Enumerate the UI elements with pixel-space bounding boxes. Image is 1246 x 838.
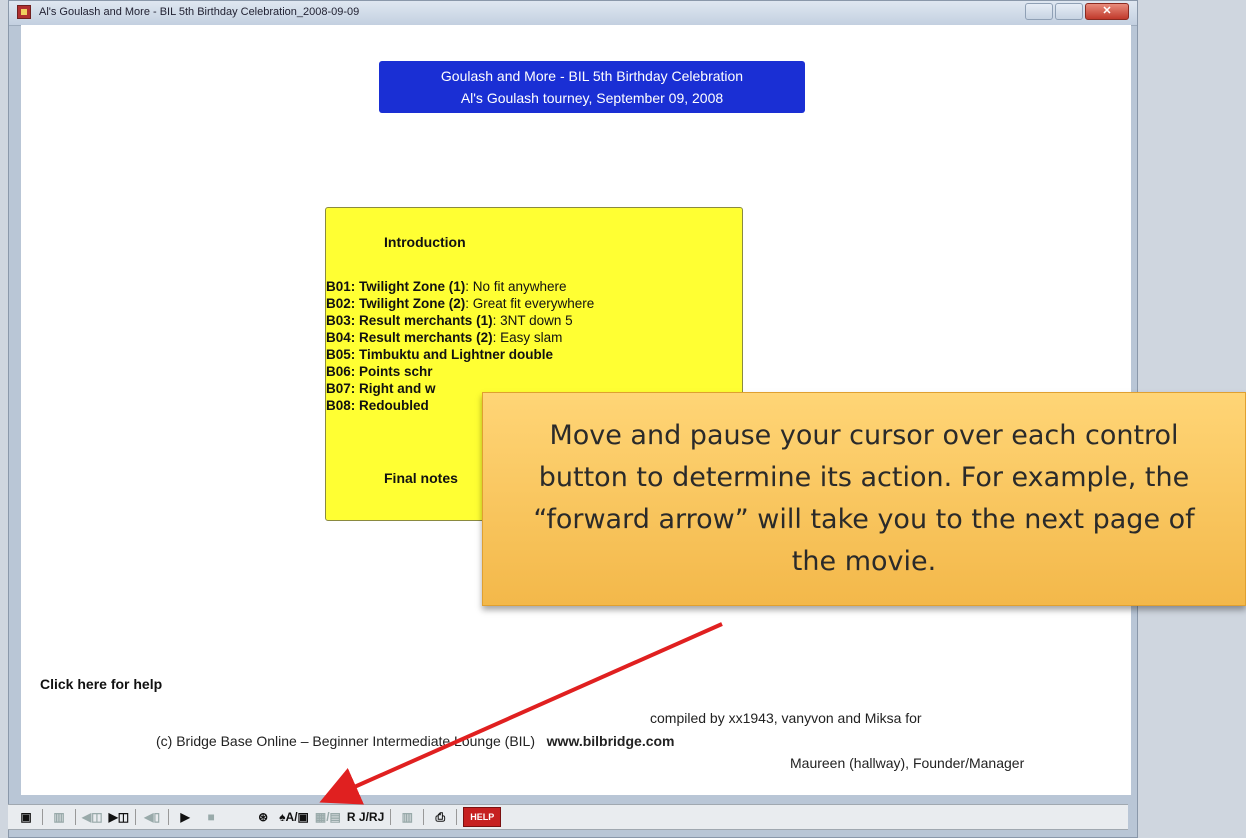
menu-introduction-link[interactable]: Introduction bbox=[384, 234, 466, 250]
step-back-icon[interactable]: ◀▯ bbox=[142, 808, 162, 826]
maximize-button[interactable] bbox=[1055, 3, 1083, 20]
view-icon[interactable]: ⊛ bbox=[253, 808, 273, 826]
board-item-b02[interactable]: B02: Twilight Zone (2): Great fit everyw… bbox=[326, 295, 594, 312]
toolbar-separator bbox=[42, 809, 43, 825]
movie-toolbar: ▣ ▥ ◀◫ ▶◫ ◀▯ ▶ ■ ⊛ ♠A/▣ ▦/▤ R J/RJ ▥ ⎙ H… bbox=[8, 804, 1128, 830]
toolbar-separator bbox=[390, 809, 392, 825]
title-banner: Goulash and More - BIL 5th Birthday Cele… bbox=[379, 61, 805, 113]
minimize-button[interactable] bbox=[1025, 3, 1053, 20]
site-url-link[interactable]: www.bilbridge.com bbox=[547, 733, 675, 749]
instruction-callout: Move and pause your cursor over each con… bbox=[482, 392, 1246, 606]
callout-text: Move and pause your cursor over each con… bbox=[533, 420, 1195, 577]
save-icon[interactable]: ▣ bbox=[16, 808, 36, 826]
title-bar[interactable]: Al's Goulash and More - BIL 5th Birthday… bbox=[9, 1, 1137, 26]
ar2-icon[interactable]: ▦/▤ bbox=[315, 808, 341, 826]
close-button[interactable]: ✕ bbox=[1085, 3, 1129, 20]
ar-icon[interactable]: ♠A/▣ bbox=[279, 808, 309, 826]
toolbar-separator bbox=[135, 809, 137, 825]
toolbar-separator bbox=[456, 809, 458, 825]
blank2-icon[interactable]: ▥ bbox=[397, 808, 417, 826]
forward-arrow-icon[interactable]: ▶ bbox=[175, 808, 195, 826]
print-icon[interactable]: ⎙ bbox=[430, 808, 450, 826]
play-from-start-icon[interactable]: ▶◫ bbox=[109, 808, 130, 826]
rj-icon[interactable]: R J/RJ bbox=[347, 808, 384, 826]
board-item-b04[interactable]: B04: Result merchants (2): Easy slam bbox=[326, 329, 594, 346]
board-item-b05[interactable]: B05: Timbuktu and Lightner double bbox=[326, 346, 594, 363]
toolbar-separator bbox=[75, 809, 76, 825]
board-item-b06[interactable]: B06: Points schr bbox=[326, 363, 594, 380]
banner-line-1: Goulash and More - BIL 5th Birthday Cele… bbox=[440, 68, 744, 84]
board-item-b01[interactable]: B01: Twilight Zone (1): No fit anywhere bbox=[326, 278, 594, 295]
toolbar-separator bbox=[423, 809, 425, 825]
toolbar-separator bbox=[168, 809, 170, 825]
board-item-b03[interactable]: B03: Result merchants (1): 3NT down 5 bbox=[326, 312, 594, 329]
banner-line-2: Al's Goulash tourney, September 09, 2008 bbox=[460, 90, 724, 106]
help-link[interactable]: Click here for help bbox=[40, 676, 162, 692]
stop-icon[interactable]: ■ bbox=[201, 808, 221, 826]
window-title: Al's Goulash and More - BIL 5th Birthday… bbox=[39, 6, 360, 18]
toolbar-gap bbox=[227, 808, 247, 826]
credits-line-3: Maureen (hallway), Founder/Manager bbox=[790, 755, 1025, 771]
menu-final-notes-link[interactable]: Final notes bbox=[384, 470, 458, 486]
credits-line-2: (c) Bridge Base Online – Beginner Interm… bbox=[156, 733, 675, 749]
window-controls: ✕ bbox=[1025, 3, 1129, 20]
app-icon bbox=[17, 5, 31, 19]
credits-line-1: compiled by xx1943, vanyvon and Miksa fo… bbox=[650, 710, 922, 726]
back-to-start-icon[interactable]: ◀◫ bbox=[82, 808, 103, 826]
blank-icon[interactable]: ▥ bbox=[49, 808, 69, 826]
help-icon[interactable]: HELP bbox=[463, 807, 502, 827]
